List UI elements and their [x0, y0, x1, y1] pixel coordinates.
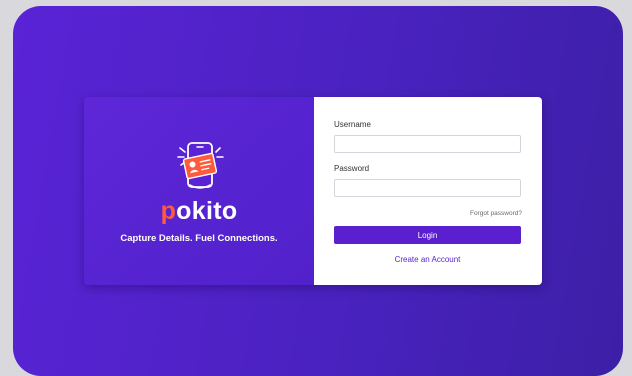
app-frame: pokito Capture Details. Fuel Connections… — [13, 6, 623, 376]
password-label: Password — [334, 164, 370, 173]
id-card-phone-icon — [177, 142, 224, 189]
login-button[interactable]: Login — [334, 226, 521, 244]
login-form-panel: Username Password Forgot password? Login… — [314, 97, 542, 285]
brand-tagline: Capture Details. Fuel Connections. — [120, 233, 278, 244]
username-input[interactable] — [334, 135, 521, 153]
brand-name: pokito — [84, 196, 314, 226]
brand-name-rest: okito — [176, 197, 238, 225]
login-card: pokito Capture Details. Fuel Connections… — [84, 97, 542, 285]
username-label: Username — [334, 120, 371, 129]
create-account-link[interactable]: Create an Account — [334, 255, 521, 265]
forgot-password-link[interactable]: Forgot password? — [470, 210, 522, 218]
password-input[interactable] — [334, 179, 521, 197]
brand-panel: pokito Capture Details. Fuel Connections… — [84, 97, 314, 285]
brand-name-first: p — [160, 197, 177, 225]
